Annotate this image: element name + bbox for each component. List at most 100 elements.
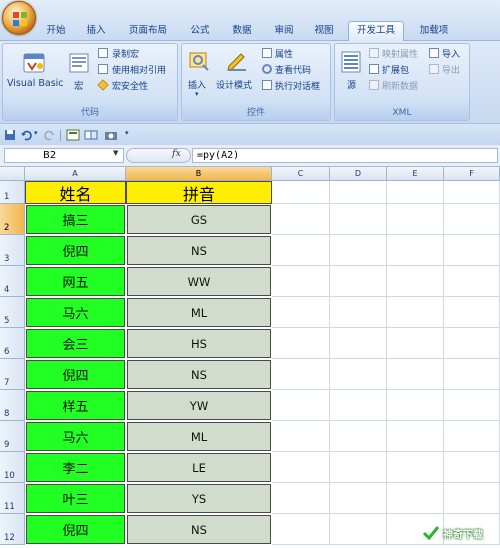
name-cell[interactable]: 网五	[26, 267, 125, 296]
name-box-dropdown-icon[interactable]: ▼	[113, 149, 118, 157]
empty-cell[interactable]	[387, 235, 444, 266]
empty-cell[interactable]	[272, 359, 330, 390]
pinyin-cell[interactable]: ML	[127, 422, 271, 451]
row-header-6[interactable]: 6	[0, 328, 25, 359]
empty-cell[interactable]	[444, 266, 500, 297]
empty-cell[interactable]	[330, 421, 387, 452]
chevron-down-icon[interactable]: ▾	[195, 90, 199, 98]
empty-cell[interactable]	[330, 514, 387, 545]
empty-cell[interactable]	[387, 452, 444, 483]
expansion-packs-button[interactable]: 扩展包	[382, 63, 409, 76]
worksheet-grid[interactable]: ABCDEF 1 2 3 4 5 6 7 8 9 10 11 12 姓名 拼音 搞三 GS 倪四 NS 网五 WW 马…	[0, 167, 500, 548]
empty-cell[interactable]	[330, 266, 387, 297]
row-header-3[interactable]: 3	[0, 235, 25, 266]
empty-cell[interactable]	[444, 421, 500, 452]
row-header-10[interactable]: 10	[0, 452, 25, 483]
column-header-e[interactable]: E	[387, 167, 444, 181]
row-header-12[interactable]: 12	[0, 514, 25, 545]
name-cell[interactable]: 倪四	[26, 236, 125, 265]
name-cell[interactable]: 倪四	[26, 360, 125, 389]
empty-cell[interactable]	[387, 204, 444, 235]
row-header-2[interactable]: 2	[0, 204, 25, 235]
empty-cell[interactable]	[387, 390, 444, 421]
export-button[interactable]: 导出	[442, 63, 460, 76]
tab-view[interactable]: 视图	[308, 22, 340, 39]
tab-home[interactable]: 开始	[40, 22, 72, 39]
pinyin-cell[interactable]: NS	[127, 236, 271, 265]
empty-cell[interactable]	[272, 266, 330, 297]
properties-button[interactable]: 属性	[275, 47, 293, 60]
empty-cell[interactable]	[330, 235, 387, 266]
empty-cell[interactable]	[272, 181, 330, 204]
import-button[interactable]: 导入	[442, 47, 460, 60]
tab-insert[interactable]: 插入	[80, 22, 112, 39]
name-cell[interactable]: 马六	[26, 298, 125, 327]
name-box[interactable]: B2	[4, 148, 124, 163]
macro-button[interactable]: 宏	[74, 78, 84, 92]
pinyin-cell[interactable]: WW	[127, 267, 271, 296]
row-header-11[interactable]: 11	[0, 483, 25, 514]
row-header-5[interactable]: 5	[0, 297, 25, 328]
name-cell[interactable]: 李二	[26, 453, 125, 482]
column-header-f[interactable]: F	[444, 167, 500, 181]
pinyin-cell[interactable]: GS	[127, 205, 271, 234]
macro-security-button[interactable]: 宏安全性	[112, 79, 148, 92]
empty-cell[interactable]	[330, 390, 387, 421]
pinyin-cell[interactable]: YW	[127, 391, 271, 420]
empty-cell[interactable]	[330, 483, 387, 514]
design-mode-button[interactable]: 设计模式	[216, 78, 252, 91]
empty-cell[interactable]	[330, 181, 387, 204]
pinyin-cell[interactable]: LE	[127, 453, 271, 482]
pinyin-cell[interactable]: NS	[127, 360, 271, 389]
formula-input[interactable]: =py(A2)	[192, 148, 498, 163]
empty-cell[interactable]	[387, 328, 444, 359]
header-cell-name[interactable]: 姓名	[25, 181, 126, 204]
empty-cell[interactable]	[387, 181, 444, 204]
tab-data[interactable]: 数据	[226, 22, 258, 39]
redo-icon[interactable]	[44, 129, 56, 141]
empty-cell[interactable]	[272, 390, 330, 421]
empty-cell[interactable]	[272, 514, 330, 545]
undo-dropdown-icon[interactable]: ▾	[34, 129, 38, 137]
pinyin-cell[interactable]: ML	[127, 298, 271, 327]
run-dialog-button[interactable]: 执行对话框	[275, 79, 320, 92]
undo-icon[interactable]	[20, 129, 32, 141]
pinyin-cell[interactable]: YS	[127, 484, 271, 513]
empty-cell[interactable]	[444, 297, 500, 328]
empty-cell[interactable]	[272, 328, 330, 359]
empty-cell[interactable]	[272, 204, 330, 235]
empty-cell[interactable]	[444, 181, 500, 204]
tab-review[interactable]: 审阅	[268, 22, 300, 39]
camera-icon[interactable]	[104, 129, 118, 141]
column-header-d[interactable]: D	[330, 167, 387, 181]
name-cell[interactable]: 马六	[26, 422, 125, 451]
empty-cell[interactable]	[387, 297, 444, 328]
pinyin-cell[interactable]: NS	[127, 515, 271, 544]
empty-cell[interactable]	[330, 297, 387, 328]
empty-cell[interactable]	[272, 235, 330, 266]
pinyin-cell[interactable]: HS	[127, 329, 271, 358]
xml-source-button[interactable]: 源	[347, 78, 356, 91]
name-cell[interactable]: 搞三	[26, 205, 125, 234]
empty-cell[interactable]	[387, 483, 444, 514]
empty-cell[interactable]	[444, 359, 500, 390]
tab-page-layout[interactable]: 页面布局	[122, 22, 174, 39]
empty-cell[interactable]	[444, 235, 500, 266]
column-header-b[interactable]: B	[126, 167, 272, 181]
column-header-a[interactable]: A	[25, 167, 126, 181]
empty-cell[interactable]	[330, 328, 387, 359]
insert-function-icon[interactable]: fx	[172, 148, 181, 159]
empty-cell[interactable]	[444, 204, 500, 235]
empty-cell[interactable]	[387, 359, 444, 390]
row-header-7[interactable]: 7	[0, 359, 25, 390]
empty-cell[interactable]	[387, 421, 444, 452]
form-icon[interactable]	[66, 129, 80, 141]
select-all-corner[interactable]	[0, 167, 25, 181]
customize-toolbar-icon[interactable]: ▾	[125, 129, 129, 137]
relative-reference-button[interactable]: 使用相对引用	[112, 63, 166, 76]
save-icon[interactable]	[4, 129, 16, 141]
map-properties-button[interactable]: 映射属性	[382, 47, 418, 60]
empty-cell[interactable]	[387, 266, 444, 297]
empty-cell[interactable]	[272, 297, 330, 328]
name-cell[interactable]: 会三	[26, 329, 125, 358]
